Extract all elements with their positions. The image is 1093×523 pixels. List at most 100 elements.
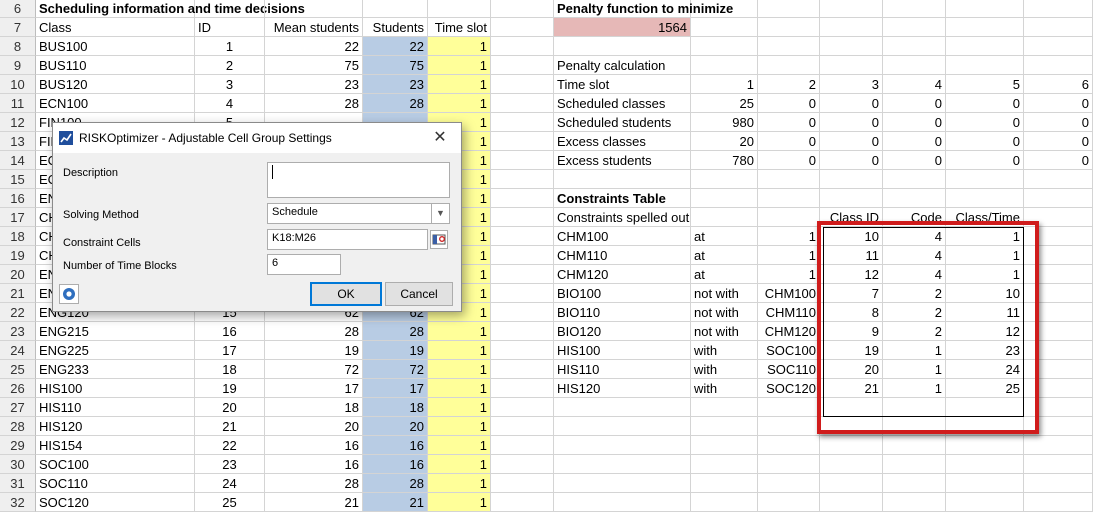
class-cell[interactable]: HIS110	[36, 398, 195, 417]
penalty-value-cell[interactable]: 0	[883, 94, 946, 113]
mean-students-cell[interactable]: 19	[265, 341, 363, 360]
penalty-value-cell[interactable]: 0	[946, 94, 1024, 113]
class-cell[interactable]: ENG215	[36, 322, 195, 341]
penalty-value-cell[interactable]: 0	[946, 132, 1024, 151]
close-icon[interactable]: ✕	[425, 127, 455, 149]
penalty-value-cell[interactable]: 980	[691, 113, 758, 132]
constraint-class[interactable]: BIO100	[554, 284, 691, 303]
cell[interactable]	[691, 398, 758, 417]
cell[interactable]	[491, 417, 554, 436]
mean-students-cell[interactable]: 28	[265, 94, 363, 113]
row-header[interactable]: 19	[0, 246, 36, 265]
constraint-class-id[interactable]: 10	[820, 227, 883, 246]
cell[interactable]	[883, 398, 946, 417]
cell[interactable]	[820, 170, 883, 189]
cell[interactable]	[491, 94, 554, 113]
cell[interactable]	[758, 189, 820, 208]
cell[interactable]	[491, 265, 554, 284]
constraint-code[interactable]: 1	[883, 360, 946, 379]
row-header[interactable]: 17	[0, 208, 36, 227]
cell[interactable]	[820, 189, 883, 208]
time-slot-cell[interactable]: 1	[428, 379, 491, 398]
constraint-class-time[interactable]: 23	[946, 341, 1024, 360]
constraint-code[interactable]: 2	[883, 284, 946, 303]
id-cell[interactable]: 3	[195, 75, 265, 94]
cell[interactable]	[883, 56, 946, 75]
cell[interactable]	[758, 417, 820, 436]
cell[interactable]	[1024, 0, 1093, 18]
row-header[interactable]: 18	[0, 227, 36, 246]
penalty-value-cell[interactable]: 0	[1024, 113, 1093, 132]
constraint-class-id[interactable]: 19	[820, 341, 883, 360]
cell[interactable]	[883, 0, 946, 18]
cell[interactable]	[691, 436, 758, 455]
constraint-header[interactable]: Class/Time	[946, 208, 1024, 227]
time-slot-cell[interactable]: 1	[428, 455, 491, 474]
cell[interactable]	[883, 493, 946, 512]
penalty-value-cell[interactable]: 1	[691, 75, 758, 94]
row-header[interactable]: 30	[0, 455, 36, 474]
cell[interactable]	[1024, 493, 1093, 512]
penalty-value-cell[interactable]: 0	[758, 132, 820, 151]
students-cell[interactable]: 28	[363, 94, 428, 113]
students-cell[interactable]: 19	[363, 341, 428, 360]
cell[interactable]	[1024, 398, 1093, 417]
time-slot-cell[interactable]: 1	[428, 360, 491, 379]
cell[interactable]	[758, 18, 820, 37]
constraint-target[interactable]: 1	[758, 227, 820, 246]
cell[interactable]	[1024, 208, 1093, 227]
row-header[interactable]: 6	[0, 0, 36, 18]
penalty-value-cell[interactable]: 0	[758, 94, 820, 113]
constraint-target[interactable]: CHM100	[758, 284, 820, 303]
cell[interactable]	[691, 18, 758, 37]
constraint-class-time[interactable]: 10	[946, 284, 1024, 303]
row-header[interactable]: 32	[0, 493, 36, 512]
cell[interactable]	[491, 208, 554, 227]
row-header[interactable]: 21	[0, 284, 36, 303]
cell[interactable]	[946, 398, 1024, 417]
row-header[interactable]: 10	[0, 75, 36, 94]
penalty-row-label[interactable]: Excess classes	[554, 132, 691, 151]
constraint-target[interactable]: SOC100	[758, 341, 820, 360]
cell[interactable]	[883, 18, 946, 37]
constraint-class[interactable]: HIS100	[554, 341, 691, 360]
cell[interactable]	[491, 227, 554, 246]
students-cell[interactable]: 28	[363, 474, 428, 493]
class-cell[interactable]: HIS120	[36, 417, 195, 436]
row-header[interactable]: 22	[0, 303, 36, 322]
cell[interactable]	[554, 474, 691, 493]
penalty-value-cell[interactable]: 0	[758, 113, 820, 132]
cell[interactable]	[758, 170, 820, 189]
cell[interactable]	[491, 360, 554, 379]
id-cell[interactable]: 1	[195, 37, 265, 56]
constraint-class-time[interactable]: 1	[946, 265, 1024, 284]
cell[interactable]	[820, 436, 883, 455]
constraint-class-id[interactable]: 8	[820, 303, 883, 322]
class-cell[interactable]: HIS100	[36, 379, 195, 398]
class-cell[interactable]: BUS120	[36, 75, 195, 94]
range-select-icon[interactable]	[430, 230, 448, 249]
constraint-header[interactable]: Class ID	[820, 208, 883, 227]
students-cell[interactable]: 16	[363, 455, 428, 474]
constraint-class-id[interactable]: 9	[820, 322, 883, 341]
id-cell[interactable]: 23	[195, 455, 265, 474]
constraint-class[interactable]: HIS110	[554, 360, 691, 379]
row-header[interactable]: 23	[0, 322, 36, 341]
class-cell[interactable]: ENG233	[36, 360, 195, 379]
id-cell[interactable]: 20	[195, 398, 265, 417]
constraint-relation[interactable]: not with	[691, 284, 758, 303]
mean-students-cell[interactable]: 22	[265, 37, 363, 56]
mean-students-cell[interactable]: 72	[265, 360, 363, 379]
penalty-value-cell[interactable]: 3	[820, 75, 883, 94]
students-cell[interactable]: 72	[363, 360, 428, 379]
cell[interactable]	[758, 398, 820, 417]
row-header[interactable]: 7	[0, 18, 36, 37]
cell[interactable]	[820, 474, 883, 493]
cell[interactable]	[946, 170, 1024, 189]
class-cell[interactable]: SOC110	[36, 474, 195, 493]
column-header[interactable]: Class	[36, 18, 195, 37]
constraint-target[interactable]: 1	[758, 265, 820, 284]
cell[interactable]	[554, 436, 691, 455]
id-cell[interactable]: 16	[195, 322, 265, 341]
students-cell[interactable]: 17	[363, 379, 428, 398]
